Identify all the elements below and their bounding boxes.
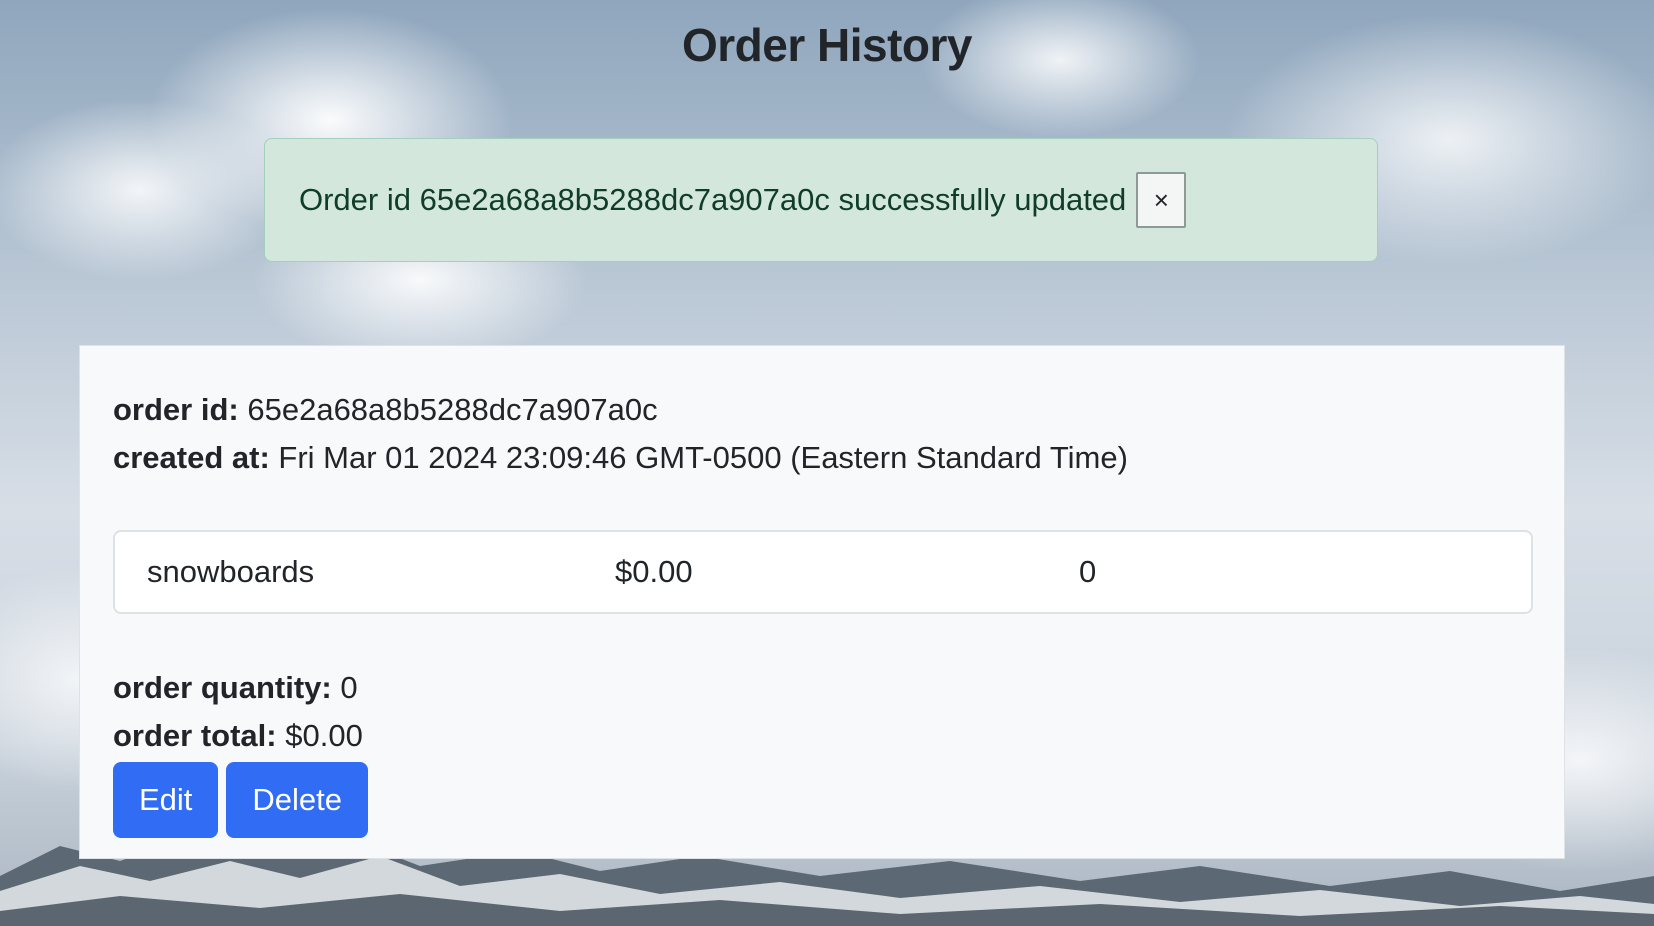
order-total-value: $0.00 bbox=[285, 718, 363, 753]
page-title: Order History bbox=[681, 19, 973, 71]
order-id-line: order id: 65e2a68a8b5288dc7a907a0c bbox=[113, 386, 1531, 434]
created-at-label: created at: bbox=[113, 440, 270, 475]
order-item-row: snowboards $0.00 0 bbox=[113, 530, 1533, 614]
order-total-line: order total: $0.00 bbox=[113, 712, 1531, 760]
edit-button[interactable]: Edit bbox=[113, 762, 219, 838]
order-quantity-line: order quantity: 0 bbox=[113, 664, 1531, 712]
order-quantity-value: 0 bbox=[340, 670, 358, 705]
item-price: $0.00 bbox=[615, 554, 693, 589]
order-id-label: order id: bbox=[113, 392, 239, 427]
delete-button[interactable]: Delete bbox=[226, 762, 369, 838]
order-quantity-label: order quantity: bbox=[113, 670, 332, 705]
close-alert-button[interactable]: × bbox=[1136, 172, 1187, 228]
order-card: order id: 65e2a68a8b5288dc7a907a0c creat… bbox=[79, 345, 1565, 859]
created-at-line: created at: Fri Mar 01 2024 23:09:46 GMT… bbox=[113, 434, 1531, 482]
order-actions: Edit Delete bbox=[113, 762, 1531, 838]
alert-message: Order id 65e2a68a8b5288dc7a907a0c succes… bbox=[299, 182, 1127, 217]
item-name: snowboards bbox=[147, 554, 315, 589]
success-alert: Order id 65e2a68a8b5288dc7a907a0c succes… bbox=[264, 138, 1378, 262]
order-id-value: 65e2a68a8b5288dc7a907a0c bbox=[247, 392, 658, 427]
close-icon: × bbox=[1153, 184, 1169, 215]
item-quantity: 0 bbox=[1079, 554, 1097, 589]
order-totals: order quantity: 0 order total: $0.00 bbox=[113, 664, 1531, 760]
created-at-value: Fri Mar 01 2024 23:09:46 GMT-0500 (Easte… bbox=[278, 440, 1128, 475]
order-total-label: order total: bbox=[113, 718, 277, 753]
